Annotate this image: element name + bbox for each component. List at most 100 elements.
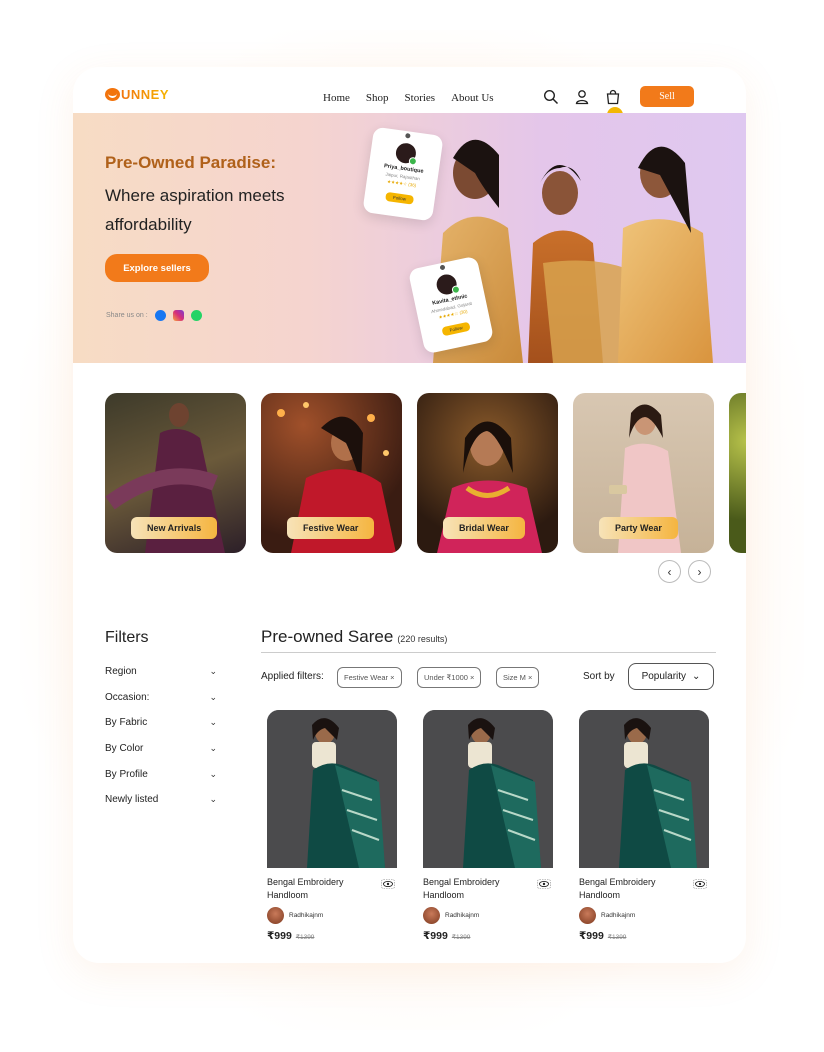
filter-label: By Profile xyxy=(105,769,148,780)
category-label: Party Wear xyxy=(599,517,678,539)
applied-filters-label: Applied filters: xyxy=(261,671,324,682)
product-name[interactable]: Bengal Embroidery Handloom xyxy=(579,876,679,902)
listing-title: Pre-owned Saree (220 results) xyxy=(261,627,447,647)
facebook-icon[interactable] xyxy=(154,310,166,321)
filter-label: Newly listed xyxy=(105,794,159,805)
product-card[interactable]: Bengal Embroidery Handloom Radhikajnm ₹9… xyxy=(579,710,709,942)
old-price: ₹1399 xyxy=(607,934,627,941)
seller-row[interactable]: Radhikajnm xyxy=(579,907,709,924)
filter-fabric[interactable]: By Fabric ⌄ xyxy=(105,717,217,728)
category-arrows: ‹ › xyxy=(658,560,711,583)
header-icons xyxy=(543,89,623,123)
seller-card-priya[interactable]: Priya_boutique Jaipur, Rajasthan ★★★★☆ (… xyxy=(362,126,444,222)
product-image[interactable] xyxy=(267,710,397,868)
chevron-down-icon: ⌄ xyxy=(209,743,217,753)
nav-stories[interactable]: Stories xyxy=(405,92,436,104)
filter-label: By Color xyxy=(105,743,144,754)
chevron-down-icon: ⌄ xyxy=(209,769,217,779)
seller-row[interactable]: Radhikajnm xyxy=(423,907,553,924)
instagram-icon[interactable] xyxy=(172,310,184,321)
chevron-down-icon: ⌄ xyxy=(692,671,701,682)
product-name[interactable]: Bengal Embroidery Handloom xyxy=(423,876,523,902)
brand-logo[interactable]: UNNEY xyxy=(105,87,169,102)
filter-region[interactable]: Region ⌄ xyxy=(105,666,217,677)
pin-icon xyxy=(439,264,446,271)
chevron-down-icon: ⌄ xyxy=(209,794,217,804)
category-label: New Arrivals xyxy=(131,517,218,539)
category-label: Festive Wear xyxy=(287,517,375,539)
product-name[interactable]: Bengal Embroidery Handloom xyxy=(267,876,367,902)
result-count: (220 results) xyxy=(397,634,448,644)
seller-name: Radhikajnm xyxy=(289,912,324,919)
seller-avatar xyxy=(267,907,284,924)
product-image[interactable] xyxy=(423,710,553,868)
search-icon[interactable] xyxy=(543,89,559,105)
product-card[interactable]: Bengal Embroidery Handloom Radhikajnm ₹9… xyxy=(267,710,397,942)
filter-label: By Fabric xyxy=(105,717,148,728)
price-row: ₹999 ₹1399 xyxy=(579,930,709,942)
pin-icon xyxy=(405,132,411,139)
category-partial-card[interactable] xyxy=(729,393,746,553)
chip-under-1000[interactable]: Under ₹1000 × xyxy=(417,667,482,688)
filter-newly-listed[interactable]: Newly listed ⌄ xyxy=(105,794,217,805)
filter-profile[interactable]: By Profile ⌄ xyxy=(105,769,217,780)
listing-title-text: Pre-owned Saree xyxy=(261,627,394,646)
divider xyxy=(261,652,716,653)
seller-name: Radhikajnm xyxy=(601,912,636,919)
category-label: Bridal Wear xyxy=(443,517,525,539)
user-icon[interactable] xyxy=(574,89,590,105)
share-row: Share us on : xyxy=(106,310,202,321)
share-label: Share us on : xyxy=(106,312,148,319)
nav-about-us[interactable]: About Us xyxy=(451,92,493,104)
sort-label: Sort by xyxy=(583,671,615,682)
smile-logo-icon xyxy=(105,88,120,101)
chevron-left-icon[interactable]: ‹ xyxy=(658,560,681,583)
follow-button[interactable]: Follow xyxy=(385,191,415,205)
hero-banner: Pre-Owned Paradise: Where aspiration mee… xyxy=(73,113,746,363)
cart-icon[interactable] xyxy=(605,89,623,123)
chevron-down-icon: ⌄ xyxy=(209,717,217,727)
filter-label: Region xyxy=(105,666,137,677)
filter-occasion[interactable]: Occasion: ⌄ xyxy=(105,692,217,703)
sort-value: Popularity xyxy=(641,671,687,682)
nav-home[interactable]: Home xyxy=(323,92,350,104)
seller-avatar xyxy=(579,907,596,924)
seller-avatar xyxy=(423,907,440,924)
hero-title-accent: Pre-Owned Paradise: xyxy=(105,153,277,172)
sell-button[interactable]: Sell xyxy=(640,86,694,107)
category-new-arrivals[interactable]: New Arrivals xyxy=(105,393,246,553)
chevron-right-icon[interactable]: › xyxy=(688,560,711,583)
price: ₹999 xyxy=(423,930,448,942)
chip-festive-wear[interactable]: Festive Wear × xyxy=(337,667,402,688)
seller-avatar xyxy=(434,272,459,297)
app-frame: UNNEY Home Shop Stories About Us Sell Pr… xyxy=(73,67,746,963)
old-price: ₹1399 xyxy=(295,934,315,941)
eye-icon[interactable] xyxy=(537,876,551,889)
price-row: ₹999 ₹1399 xyxy=(423,930,553,942)
price-row: ₹999 ₹1399 xyxy=(267,930,397,942)
whatsapp-icon[interactable] xyxy=(190,310,202,321)
nav-shop[interactable]: Shop xyxy=(366,92,389,104)
chevron-down-icon: ⌄ xyxy=(209,692,217,702)
brand-name: UNNEY xyxy=(121,87,170,102)
chip-size-m[interactable]: Size M × xyxy=(496,667,540,688)
filter-color[interactable]: By Color ⌄ xyxy=(105,743,217,754)
seller-name: Radhikajnm xyxy=(445,912,480,919)
filter-label: Occasion: xyxy=(105,692,150,703)
main-nav: Home Shop Stories About Us xyxy=(323,92,510,104)
eye-icon[interactable] xyxy=(381,876,395,889)
category-party-wear[interactable]: Party Wear xyxy=(573,393,714,553)
seller-row[interactable]: Radhikajnm xyxy=(267,907,397,924)
product-card[interactable]: Bengal Embroidery Handloom Radhikajnm ₹9… xyxy=(423,710,553,942)
category-bridal-wear[interactable]: Bridal Wear xyxy=(417,393,558,553)
follow-button[interactable]: Follow xyxy=(441,321,471,337)
product-image[interactable] xyxy=(579,710,709,868)
filters-title: Filters xyxy=(105,629,149,646)
category-festive-wear[interactable]: Festive Wear xyxy=(261,393,402,553)
explore-sellers-button[interactable]: Explore sellers xyxy=(105,254,209,282)
hero-title: Where aspiration meets affordability xyxy=(105,186,285,234)
old-price: ₹1399 xyxy=(451,934,471,941)
top-header: UNNEY Home Shop Stories About Us Sell xyxy=(73,67,746,123)
eye-icon[interactable] xyxy=(693,876,707,889)
sort-select[interactable]: Popularity ⌄ xyxy=(628,663,714,690)
